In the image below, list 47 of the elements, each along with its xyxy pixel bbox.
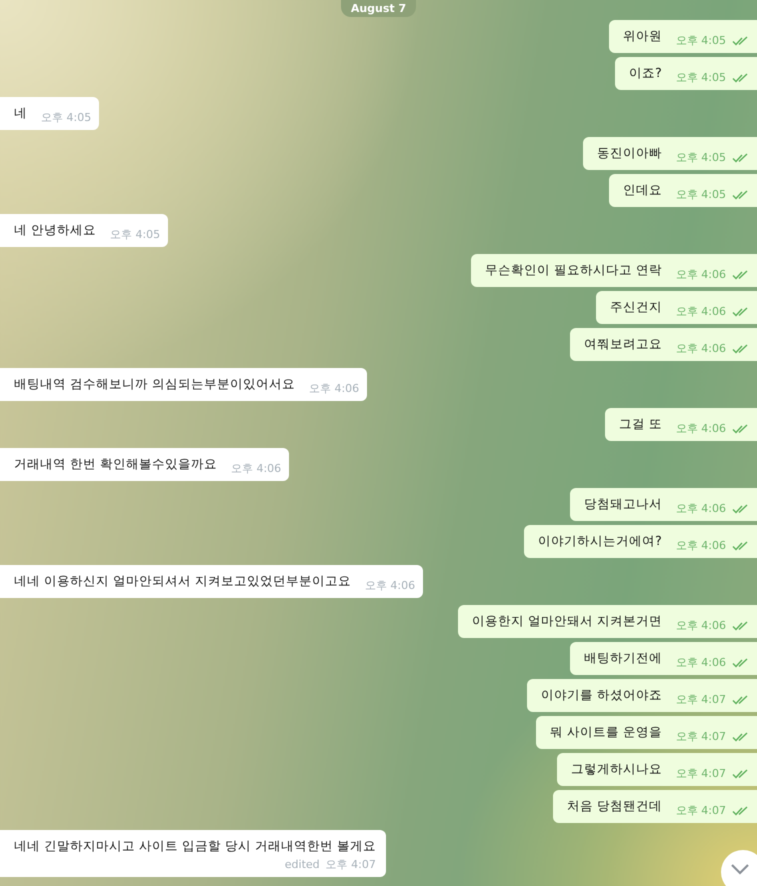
message-time: 오후 4:05 <box>676 33 726 48</box>
message-text: 거래내역 한번 확인해볼수있을까요 <box>14 455 217 473</box>
message-text: 그걸 또 <box>618 415 662 433</box>
message-text: 이용한지 얼마안돼서 지켜본거면 <box>472 612 662 630</box>
message-time: 오후 4:07 <box>676 729 726 744</box>
message-text: 인데요 <box>622 181 662 199</box>
message-text: 주신건지 <box>610 298 662 316</box>
date-pill: August 7 <box>340 0 416 17</box>
message-time: 오후 4:06 <box>364 578 416 593</box>
message-time: 오후 4:05 <box>676 70 726 85</box>
message-time: 오후 4:05 <box>676 187 726 202</box>
message-text: 배팅하기전에 <box>584 649 662 667</box>
message-time: 오후 4:07 <box>326 857 376 872</box>
message-time: 오후 4:05 <box>41 110 92 125</box>
message-time: 오후 4:06 <box>230 461 282 476</box>
edited-label: edited <box>284 858 320 871</box>
message-text: 무슨확인이 필요하시다고 연락 <box>484 261 662 279</box>
message-time: 오후 4:06 <box>676 267 726 282</box>
message-text: 네 <box>14 104 27 122</box>
message-time: 오후 4:06 <box>676 421 726 436</box>
message-text: 이야기하시는거에여? <box>538 532 662 550</box>
message-text: 배팅내역 검수해보니까 의심되는부분이있어서요 <box>14 375 295 393</box>
message-time: 오후 4:06 <box>676 538 726 553</box>
message-text: 이야기를 하셨어야죠 <box>540 686 662 704</box>
message-text: 네네 긴말하지마시고 사이트 입금할 당시 거래내역한번 볼게요 <box>14 837 376 855</box>
message-text: 여쭤보려고요 <box>584 335 662 353</box>
message-text: 이죠? <box>629 64 662 82</box>
message-time: 오후 4:05 <box>110 227 160 242</box>
chevron-down-icon <box>730 863 750 875</box>
message-text: 뭐 사이트를 운영을 <box>550 723 662 741</box>
message-time: 오후 4:06 <box>676 304 726 319</box>
message-time: 오후 4:06 <box>676 501 726 516</box>
message-text: 그렇게하시나요 <box>570 760 662 778</box>
message-text: 처음 당첨됀건데 <box>566 797 662 815</box>
message-text: 네네 이용하신지 얼마안되셔서 지켜보고있었던부분이고요 <box>14 572 351 590</box>
message-text: 네 안녕하세요 <box>14 221 96 239</box>
message-time: 오후 4:05 <box>676 150 726 165</box>
message-text: 위아원 <box>622 27 662 45</box>
message-time: 오후 4:07 <box>676 692 726 707</box>
message-time: 오후 4:06 <box>308 381 360 396</box>
message-text: 당첨돼고나서 <box>584 495 662 513</box>
message-time: 오후 4:06 <box>676 341 726 356</box>
message-time: 오후 4:06 <box>676 655 726 670</box>
message-time: 오후 4:07 <box>676 766 726 781</box>
message-time: 오후 4:06 <box>676 618 726 633</box>
message-time: 오후 4:07 <box>676 803 726 818</box>
message-text: 동진이아빠 <box>596 144 662 162</box>
